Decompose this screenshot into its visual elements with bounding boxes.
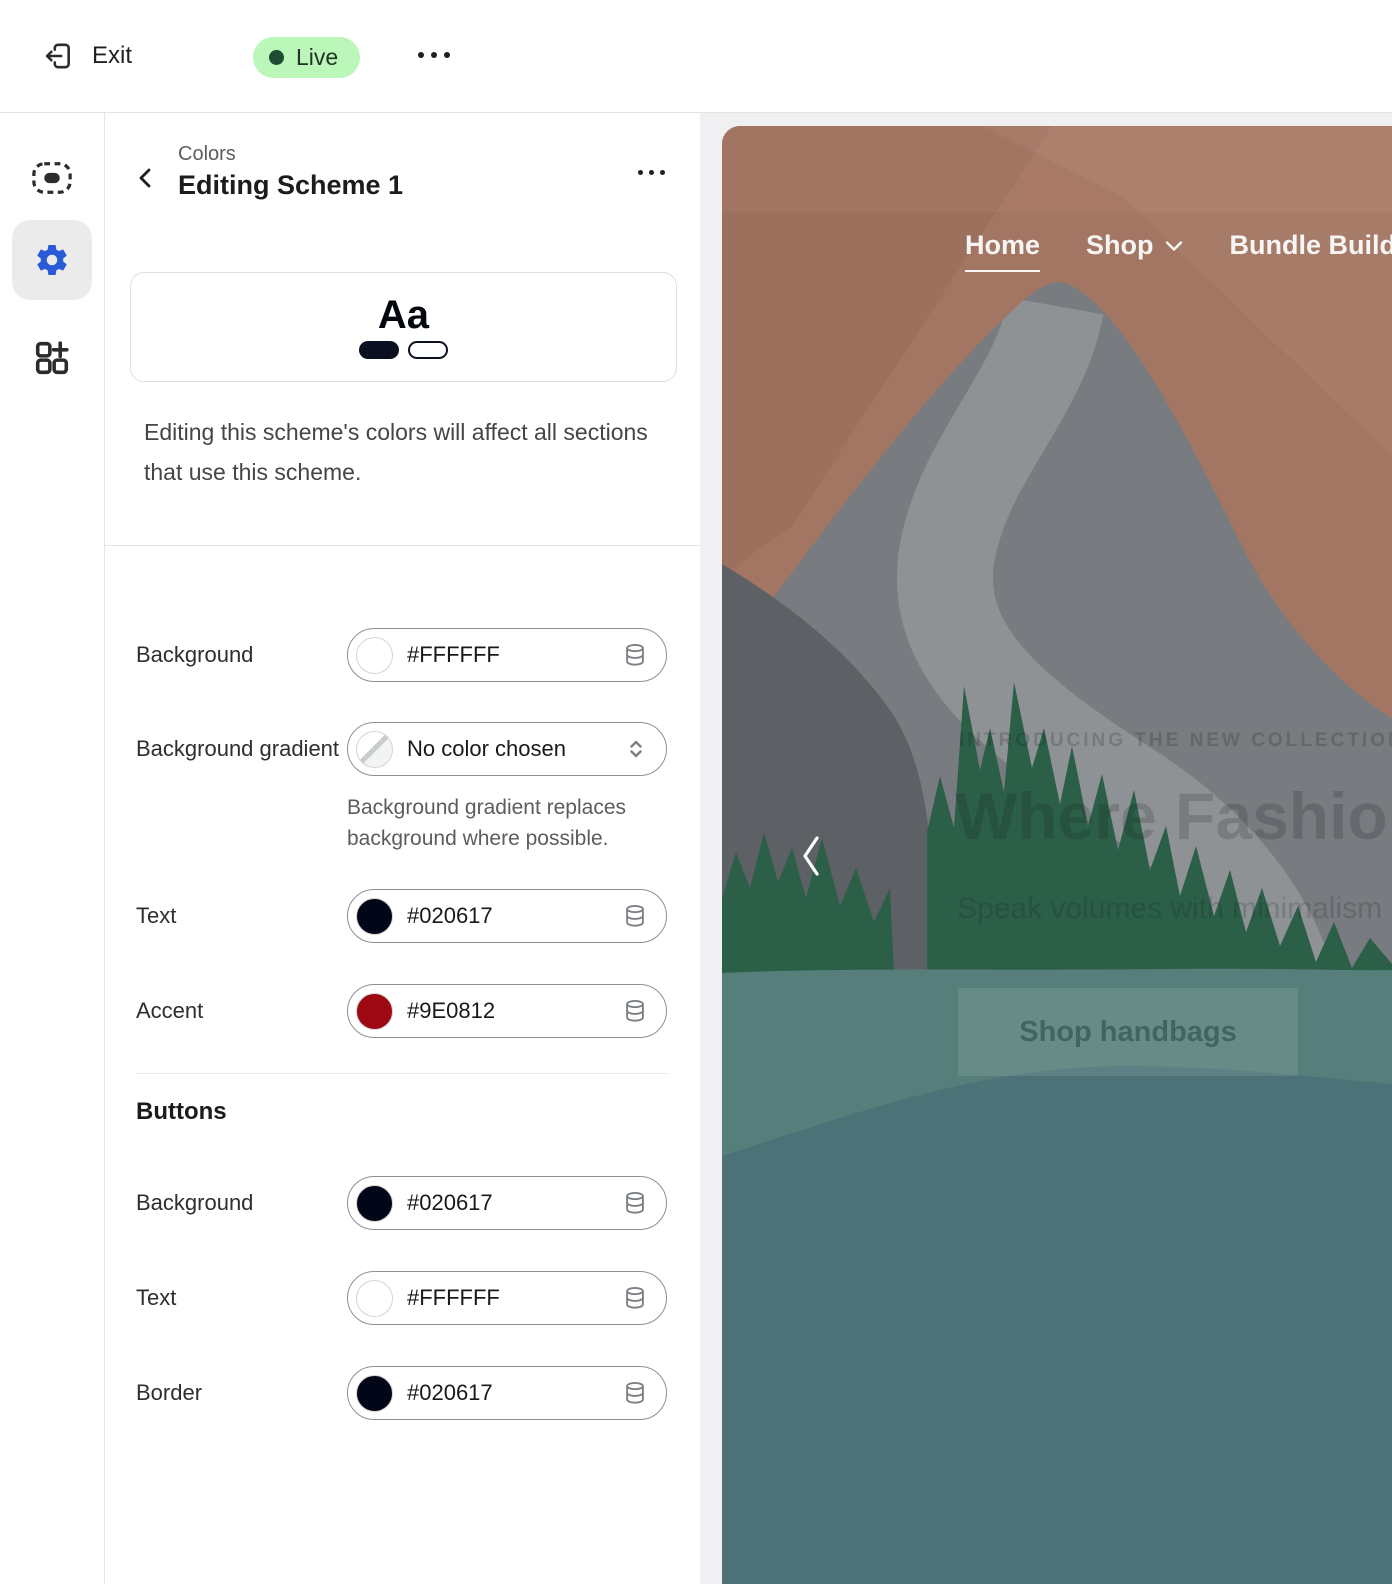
background-color-input[interactable]: #FFFFFF [347,628,667,682]
nav-link-bundle-builder[interactable]: Bundle Builder [1230,230,1392,261]
colors-settings-panel: Colors Editing Scheme 1 Aa Editing this … [104,112,700,1584]
back-button[interactable] [128,160,164,196]
page-title: Editing Scheme 1 [178,170,403,201]
live-status-badge: Live [253,37,360,78]
scheme-description: Editing this scheme's colors will affect… [144,412,656,492]
storefront-preview: Home Shop Bundle Builder INTRODUCING THE… [722,126,1392,1584]
color-swatch [356,898,393,935]
exit-button[interactable]: Exit [42,40,132,72]
filled-button-pill [359,341,399,359]
field-row-button-border: Border #020617 [136,1366,667,1420]
editor-icon-rail [0,112,105,1584]
scheme-sample-text: Aa [378,295,429,335]
field-label: Border [136,1377,347,1409]
color-hex-value: #020617 [407,1190,622,1216]
nav-shop-label: Shop [1086,230,1154,261]
color-hex-value: #FFFFFF [407,642,622,668]
background-gradient-select[interactable]: No color chosen [347,722,667,776]
field-row-button-text: Text #FFFFFF [136,1271,667,1325]
chevron-down-icon [1164,239,1184,253]
color-hex-value: #020617 [407,1380,622,1406]
ellipsis-icon [638,170,643,175]
dynamic-source-icon[interactable] [622,903,648,929]
no-color-swatch [356,731,393,768]
section-divider [136,1073,667,1074]
select-chevrons-icon [624,736,648,762]
field-label: Background [136,1187,347,1219]
live-label: Live [296,44,338,71]
field-row-button-background: Background #020617 [136,1176,667,1230]
hero-subheading: Speak volumes with minimalism [957,892,1382,926]
chevron-left-icon [141,170,149,186]
carousel-previous-button[interactable] [796,832,826,880]
field-row-accent: Accent #9E0812 [136,984,667,1038]
field-label: Text [136,1282,347,1314]
dynamic-source-icon[interactable] [622,1285,648,1311]
editor-topbar: Exit Live [0,0,1392,113]
panel-header: Colors Editing Scheme 1 Aa Editing this … [104,112,700,546]
live-dot-icon [269,50,284,65]
rail-item-sections[interactable] [12,138,92,218]
color-swatch [356,1185,393,1222]
color-hex-value: #FFFFFF [407,1285,622,1311]
sections-icon [30,158,74,198]
button-background-color-input[interactable]: #020617 [347,1176,667,1230]
nav-link-shop[interactable]: Shop [1086,230,1184,261]
field-row-background: Background #FFFFFF [136,628,667,682]
topbar-overflow-menu-button[interactable] [410,44,458,66]
dynamic-source-icon[interactable] [622,642,648,668]
color-hex-value: #9E0812 [407,998,622,1024]
hero-eyebrow-text: INTRODUCING THE NEW COLLECTION [959,730,1392,752]
chevron-left-icon [796,832,826,880]
color-swatch [356,1375,393,1412]
scheme-preview-card: Aa [130,272,677,382]
field-row-text: Text #020617 [136,889,667,943]
rail-item-apps[interactable] [12,318,92,398]
nav-link-home[interactable]: Home [965,230,1040,272]
field-label: Background [136,639,347,671]
field-helper-text: Background gradient replaces background … [347,792,667,854]
accent-color-input[interactable]: #9E0812 [347,984,667,1038]
color-swatch [356,1280,393,1317]
scheme-overflow-menu-button[interactable] [632,164,671,181]
hero-heading: Where Fashion [955,778,1392,854]
rail-item-theme-settings[interactable] [12,220,92,300]
dynamic-source-icon[interactable] [622,998,648,1024]
scheme-button-pills [359,341,448,359]
field-label: Text [136,900,347,932]
field-row-background-gradient: Background gradient No color chosen Back… [136,722,667,854]
buttons-section-heading: Buttons [136,1098,227,1126]
outline-button-pill [408,341,448,359]
color-hex-value: #020617 [407,903,622,929]
ellipsis-icon [418,52,424,58]
select-value: No color chosen [407,736,624,762]
color-swatch [356,993,393,1030]
storefront-nav: Home Shop Bundle Builder [965,230,1392,261]
exit-label: Exit [92,42,132,70]
gear-icon [34,242,70,278]
text-color-input[interactable]: #020617 [347,889,667,943]
button-border-color-input[interactable]: #020617 [347,1366,667,1420]
button-text-color-input[interactable]: #FFFFFF [347,1271,667,1325]
field-label: Background gradient [136,733,347,765]
breadcrumb: Colors [178,143,236,166]
shop-handbags-button[interactable]: Shop handbags [958,988,1298,1076]
dynamic-source-icon[interactable] [622,1190,648,1216]
apps-icon [32,338,72,378]
exit-icon [42,40,74,72]
field-label: Accent [136,995,347,1027]
dynamic-source-icon[interactable] [622,1380,648,1406]
color-swatch [356,637,393,674]
